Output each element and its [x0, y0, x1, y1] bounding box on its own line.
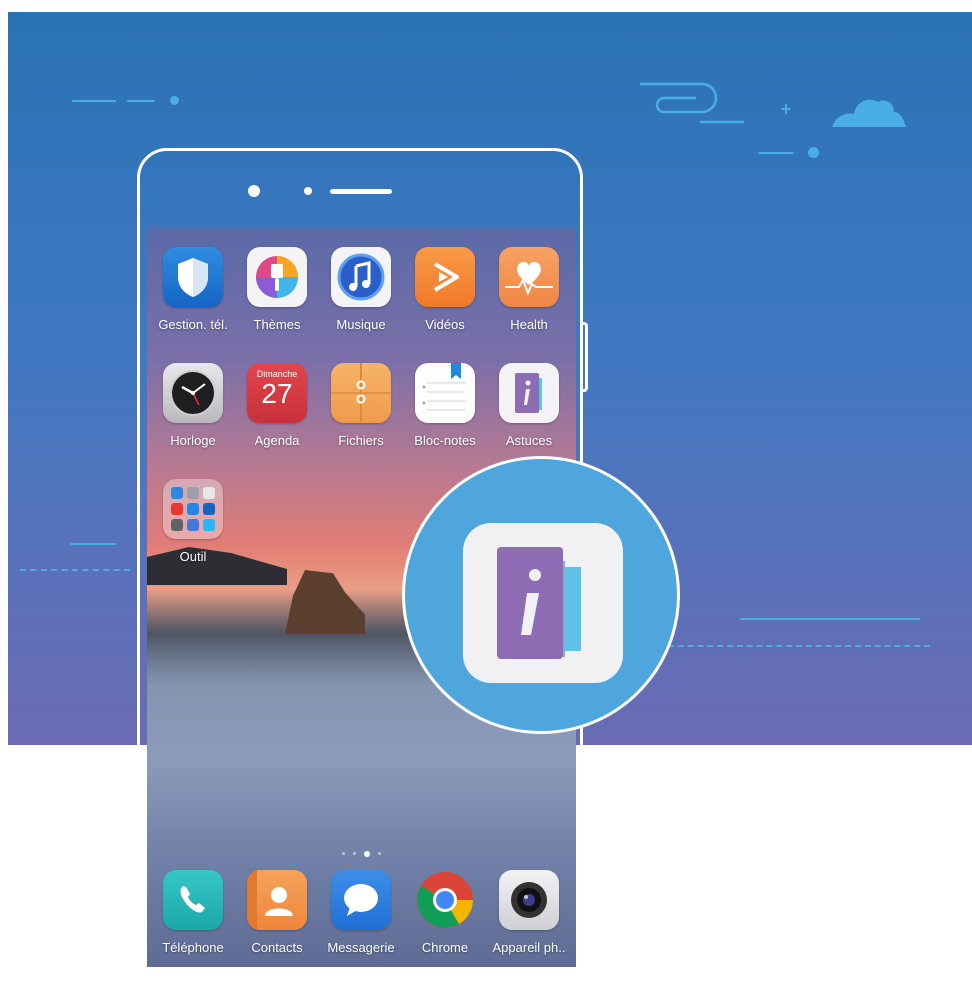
app-label: Agenda: [254, 433, 300, 448]
video-play-icon: [415, 247, 475, 307]
page-indicator: [147, 845, 576, 857]
dock-contacts[interactable]: Contacts: [233, 870, 321, 955]
decor-line: [70, 543, 116, 545]
app-label: Thèmes: [253, 317, 301, 332]
sensor-icon: [304, 187, 312, 195]
message-bubble-icon: [331, 870, 391, 930]
themes-brush-icon: [247, 247, 307, 307]
decor-dashed-line: [20, 569, 130, 571]
app-gestion-tel[interactable]: Gestion. tél.: [149, 247, 237, 332]
decor-dashed-line: [668, 645, 930, 647]
notepad-icon: [415, 363, 475, 423]
dock-telephone[interactable]: Téléphone: [149, 870, 237, 955]
app-label: Fichiers: [338, 433, 384, 448]
decor-line: [72, 100, 116, 102]
decor-line: [758, 152, 794, 154]
app-horloge[interactable]: Horloge: [149, 363, 237, 448]
app-label: Astuces: [505, 433, 553, 448]
folder-icon: [331, 363, 391, 423]
app-label: Health: [510, 317, 548, 332]
app-label: Téléphone: [162, 940, 224, 955]
app-agenda[interactable]: Dimanche 27 Agenda: [233, 363, 321, 448]
contacts-icon: [247, 870, 307, 930]
app-bloc-notes[interactable]: Bloc-notes: [401, 363, 489, 448]
calendar-icon: Dimanche 27: [247, 363, 307, 423]
app-label: Gestion. tél.: [158, 317, 228, 332]
shield-icon: [163, 247, 223, 307]
clock-icon: [163, 363, 223, 423]
dock-messagerie[interactable]: Messagerie: [317, 870, 405, 955]
heart-pulse-icon: [499, 247, 559, 307]
tips-book-icon: [499, 363, 559, 423]
earpiece-speaker: [330, 189, 392, 194]
app-label: Outil: [179, 549, 207, 564]
dock-chrome[interactable]: Chrome: [401, 870, 489, 955]
app-label: Contacts: [251, 940, 303, 955]
decor-line: [740, 618, 920, 620]
app-label: Vidéos: [425, 317, 465, 332]
chrome-icon: [415, 870, 475, 930]
app-label: Appareil ph..: [492, 940, 566, 955]
front-camera-icon: [248, 185, 260, 197]
side-button: [581, 322, 588, 392]
app-label: Horloge: [170, 433, 216, 448]
app-label: Messagerie: [327, 940, 395, 955]
decor-dot: [808, 147, 819, 158]
app-health[interactable]: Health: [485, 247, 573, 332]
decor-dot: [170, 96, 179, 105]
cloud-icon: [832, 99, 906, 127]
phone-icon: [163, 870, 223, 930]
decor-line: [127, 100, 155, 102]
magnified-tips-icon: [402, 456, 680, 734]
app-themes[interactable]: Thèmes: [233, 247, 321, 332]
page-dot-active[interactable]: [364, 850, 370, 857]
app-astuces[interactable]: Astuces: [485, 363, 573, 448]
music-note-icon: [331, 247, 391, 307]
folder-outil[interactable]: Outil: [149, 479, 237, 564]
decor-plus: [785, 104, 787, 114]
camera-icon: [499, 870, 559, 930]
app-fichiers[interactable]: Fichiers: [317, 363, 405, 448]
calendar-date: 27: [261, 378, 293, 409]
app-musique[interactable]: Musique: [317, 247, 405, 332]
app-label: Chrome: [421, 940, 469, 955]
app-label: Bloc-notes: [414, 433, 476, 448]
tools-folder-icon: [163, 479, 223, 539]
tips-book-icon: [463, 523, 623, 683]
app-videos[interactable]: Vidéos: [401, 247, 489, 332]
dock-appareil-photo[interactable]: Appareil ph..: [485, 870, 573, 955]
app-label: Musique: [336, 317, 386, 332]
wind-decor-icon: [640, 82, 744, 124]
